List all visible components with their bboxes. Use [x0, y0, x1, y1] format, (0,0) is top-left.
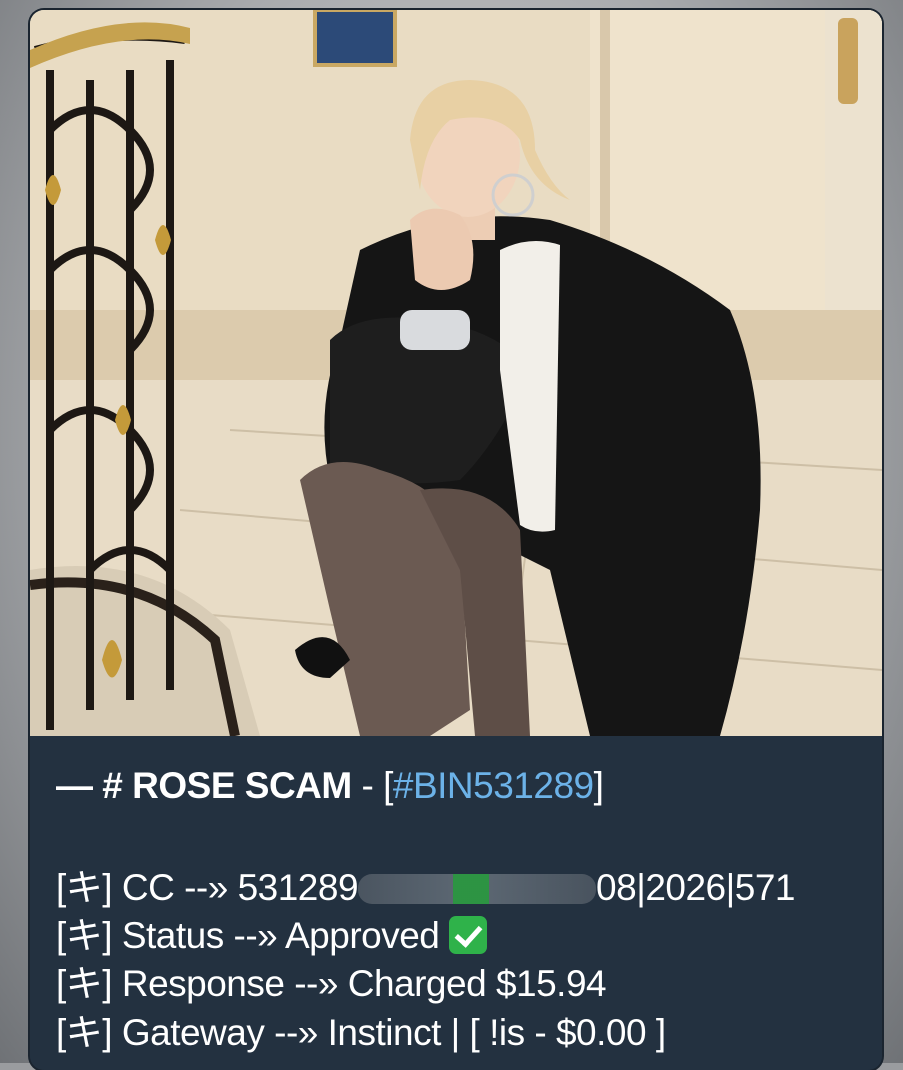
title-separator: - — [361, 765, 374, 806]
bin-hashtag-link[interactable]: #BIN531289 — [393, 765, 594, 806]
gateway-line: [キ] Gateway --» Instinct | [ !is - $0.00… — [56, 1011, 666, 1055]
cc-value-start: 531289 — [237, 867, 359, 908]
line-marker: [キ] — [56, 915, 113, 956]
response-value: Charged $15.94 — [347, 963, 607, 1004]
check-mark-icon — [449, 916, 488, 954]
gateway-label: Gateway --» — [121, 1012, 319, 1053]
redaction-blur — [358, 874, 597, 904]
message-photo[interactable] — [30, 10, 882, 736]
cc-line: [キ] CC --» 531289 08|2026|571 — [56, 866, 795, 910]
title-prefix: — # — [56, 765, 123, 806]
cc-value-end: 08|2026|571 — [596, 867, 795, 908]
cc-label: CC --» — [121, 867, 228, 908]
response-line: [キ] Response --» Charged $15.94 — [56, 962, 607, 1006]
gateway-value: Instinct | [ !is - $0.00 ] — [327, 1012, 666, 1053]
message-text-block: — # ROSE SCAM - [#BIN531289] [キ] CC --» … — [30, 736, 882, 1070]
title-close-bracket: ] — [593, 765, 604, 806]
status-line: [キ] Status --» Approved — [56, 914, 488, 958]
title-open-bracket: [ — [383, 765, 393, 806]
line-marker: [キ] — [56, 1012, 113, 1053]
photo-illustration — [30, 10, 882, 736]
response-label: Response --» — [121, 963, 339, 1004]
line-marker: [キ] — [56, 963, 113, 1004]
message-title: — # ROSE SCAM - [#BIN531289] — [56, 764, 604, 808]
message-card: — # ROSE SCAM - [#BIN531289] [キ] CC --» … — [30, 10, 882, 1070]
status-label: Status --» — [121, 915, 278, 956]
title-name: ROSE SCAM — [132, 765, 352, 806]
line-marker: [キ] — [56, 867, 113, 908]
status-value: Approved — [285, 915, 440, 956]
